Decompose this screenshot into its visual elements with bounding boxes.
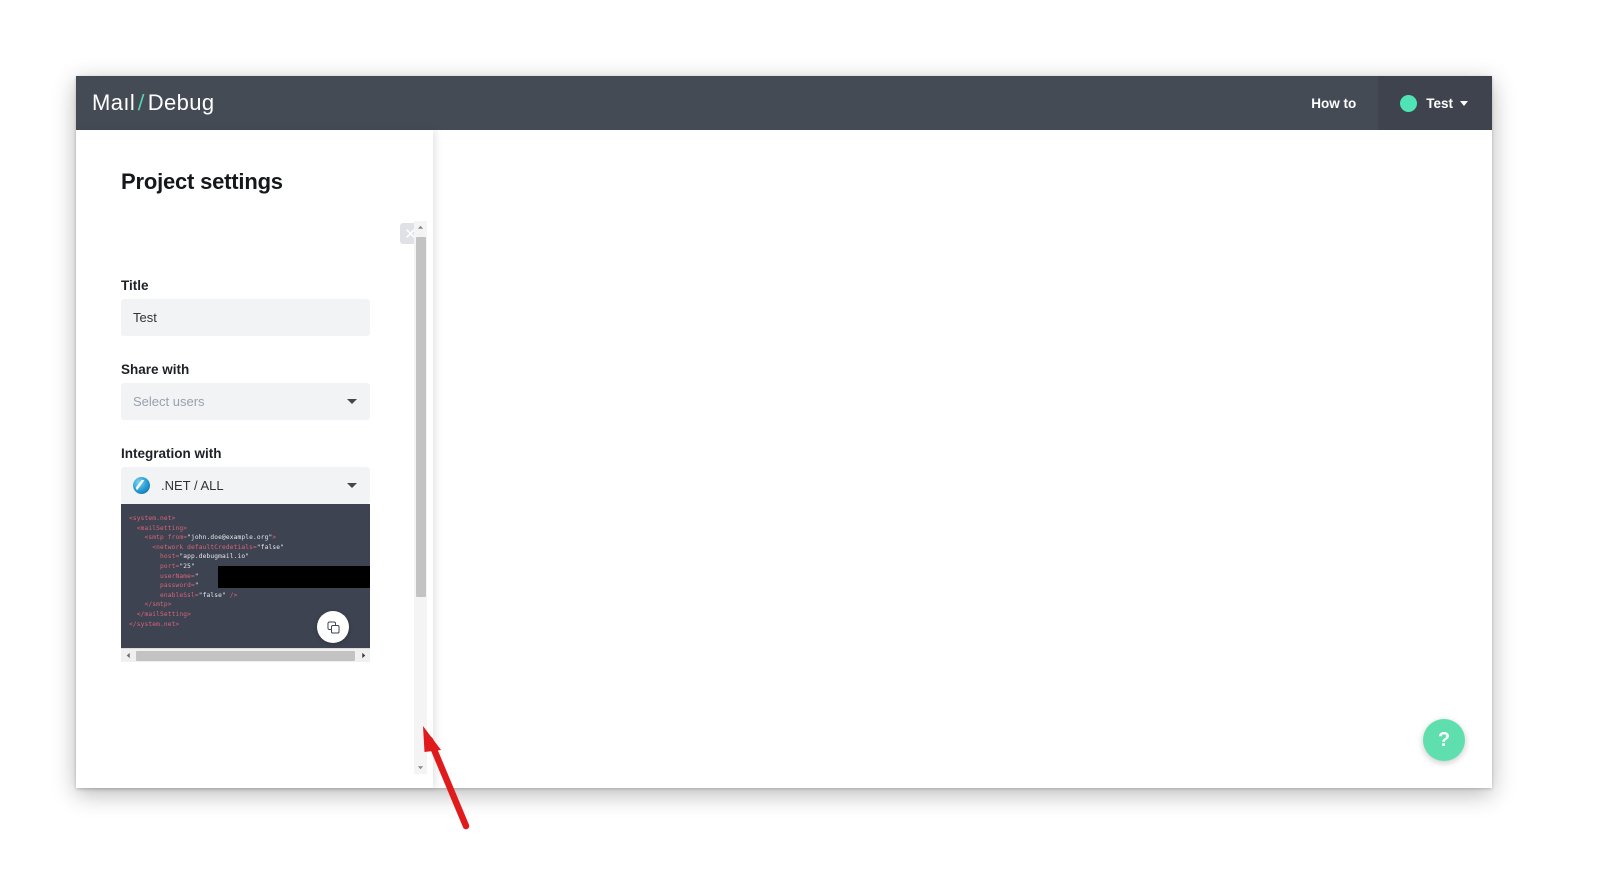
title-input[interactable]: Test	[121, 299, 370, 336]
caret-down-icon	[347, 399, 357, 404]
code-snippet-container: <system.net> <mailSetting> <smtp from="j…	[121, 504, 370, 662]
logo-slash: /	[137, 90, 146, 115]
scroll-left-arrow-icon[interactable]	[121, 649, 135, 663]
scroll-down-arrow-icon[interactable]	[414, 761, 427, 774]
caret-down-icon	[347, 483, 357, 488]
code-horizontal-scrollbar[interactable]	[121, 648, 370, 662]
app-body: Project settings Title Test Share with S…	[76, 130, 1492, 830]
title-field-label: Title	[121, 278, 149, 293]
redaction-bar	[218, 566, 370, 588]
logo-text-mail: Ma	[92, 90, 124, 115]
share-field-label: Share with	[121, 362, 190, 377]
code-snippet[interactable]: <system.net> <mailSetting> <smtp from="j…	[121, 504, 370, 648]
dotnet-logo-icon	[133, 477, 150, 494]
panel-vertical-scroll-thumb[interactable]	[415, 237, 426, 597]
panel-vertical-scrollbar[interactable]	[414, 221, 427, 774]
app-header: Ma ıl / Debug How to Test	[76, 76, 1492, 130]
code-horizontal-scroll-thumb[interactable]	[136, 650, 355, 661]
chevron-down-icon	[1460, 100, 1468, 106]
user-menu[interactable]: Test	[1378, 76, 1492, 130]
browser-window: Ma ıl / Debug How to Test Project setting…	[76, 76, 1492, 830]
header-right-group: How to Test	[1289, 76, 1492, 130]
integration-select-value: .NET / ALL	[161, 478, 224, 493]
howto-link[interactable]: How to	[1289, 76, 1378, 130]
user-menu-label: Test	[1426, 95, 1453, 111]
integration-select[interactable]: .NET / ALL	[121, 467, 370, 504]
app-logo[interactable]: Ma ıl / Debug	[92, 90, 215, 116]
share-users-placeholder: Select users	[133, 394, 205, 409]
integration-field-label: Integration with	[121, 446, 222, 461]
share-users-select[interactable]: Select users	[121, 383, 370, 420]
avatar	[1400, 94, 1418, 112]
title-input-value: Test	[133, 310, 157, 325]
logo-text-mail-suffix: ıl	[123, 90, 136, 115]
logo-text-debug: Debug	[147, 90, 215, 115]
page-title: Project settings	[121, 169, 283, 194]
copy-icon[interactable]	[317, 611, 349, 643]
scroll-right-arrow-icon[interactable]	[356, 649, 370, 663]
help-question-icon[interactable]: ?	[1423, 719, 1465, 761]
project-settings-panel: Project settings Title Test Share with S…	[76, 130, 433, 788]
scroll-up-arrow-icon[interactable]	[414, 221, 427, 234]
